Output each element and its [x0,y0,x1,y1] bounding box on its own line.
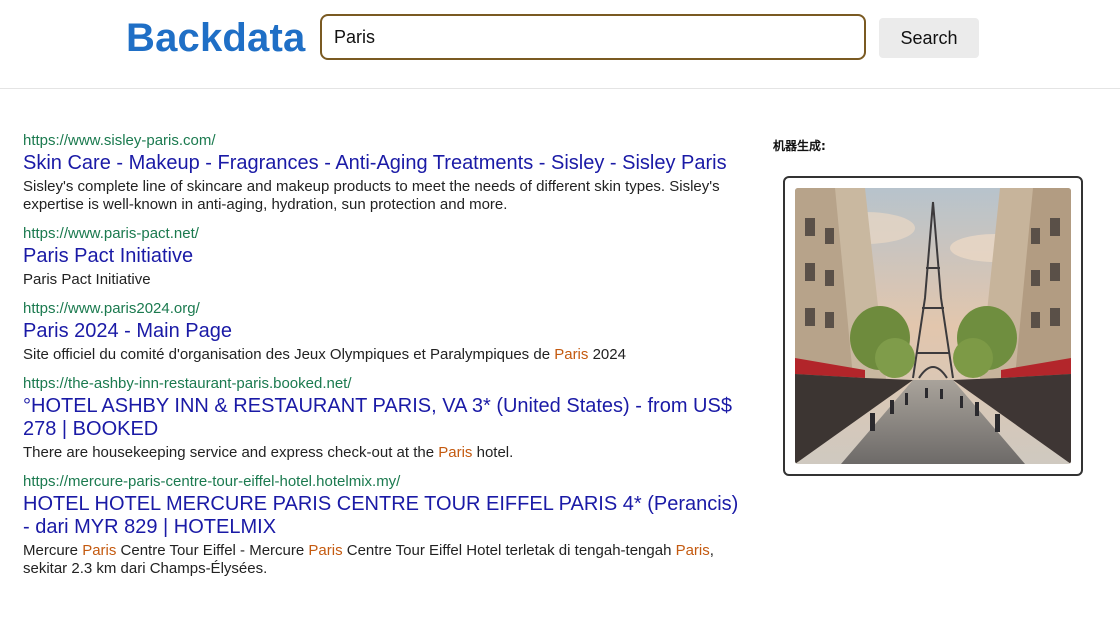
result-url[interactable]: https://the-ashby-inn-restaurant-paris.b… [23,375,743,393]
eiffel-tower-street-painting-icon [795,188,1071,464]
query-highlight: Paris [82,542,117,559]
snippet-text: Site officiel du comité d'organisation d… [23,346,555,363]
machine-generated-label: 机器生成: [773,139,826,153]
result-url[interactable]: https://mercure-paris-centre-tour-eiffel… [23,473,743,491]
result-url[interactable]: https://www.paris2024.org/ [23,300,743,318]
search-button[interactable]: Search [879,18,979,58]
result-title-link[interactable]: °HOTEL ASHBY INN & RESTAURANT PARIS, VA … [23,395,743,441]
search-input[interactable] [320,14,866,60]
logo[interactable]: Backdata [126,14,305,62]
snippet-text: Mercure [23,542,83,559]
query-highlight: Paris [554,346,589,363]
result-title-link[interactable]: Skin Care - Makeup - Fragrances - Anti-A… [23,152,743,175]
result-snippet: Paris Pact Initiative [23,271,743,289]
query-highlight: Paris [675,542,710,559]
result-snippet: There are housekeeping service and expre… [23,444,743,462]
query-highlight: Paris [308,542,343,559]
query-highlight: Paris [438,444,473,461]
snippet-text: There are housekeeping service and expre… [23,444,439,461]
result-item: https://www.paris2024.org/ Paris 2024 - … [23,300,743,364]
result-item: https://mercure-paris-centre-tour-eiffel… [23,473,743,578]
result-snippet: Mercure Paris Centre Tour Eiffel - Mercu… [23,542,743,578]
snippet-text: Centre Tour Eiffel Hotel terletak di ten… [342,542,676,559]
snippet-text: 2024 [588,346,626,363]
result-url[interactable]: https://www.paris-pact.net/ [23,225,743,243]
snippet-text: Paris Pact Initiative [23,271,151,288]
result-snippet: Site officiel du comité d'organisation d… [23,346,743,364]
result-item: https://www.sisley-paris.com/ Skin Care … [23,132,743,214]
generated-image-frame[interactable] [783,176,1083,476]
result-snippet: Sisley's complete line of skincare and m… [23,178,743,214]
result-item: https://www.paris-pact.net/ Paris Pact I… [23,225,743,289]
result-url[interactable]: https://www.sisley-paris.com/ [23,132,743,150]
result-title-link[interactable]: HOTEL HOTEL MERCURE PARIS CENTRE TOUR EI… [23,493,743,539]
result-title-link[interactable]: Paris 2024 - Main Page [23,320,743,343]
result-item: https://the-ashby-inn-restaurant-paris.b… [23,375,743,462]
snippet-text: Sisley's complete line of skincare and m… [23,178,720,213]
snippet-text: Centre Tour Eiffel - Mercure [116,542,309,559]
snippet-text: hotel. [472,444,514,461]
results-list: https://www.sisley-paris.com/ Skin Care … [23,132,743,589]
result-title-link[interactable]: Paris Pact Initiative [23,245,743,268]
header-bar: Backdata Search [0,0,1120,89]
